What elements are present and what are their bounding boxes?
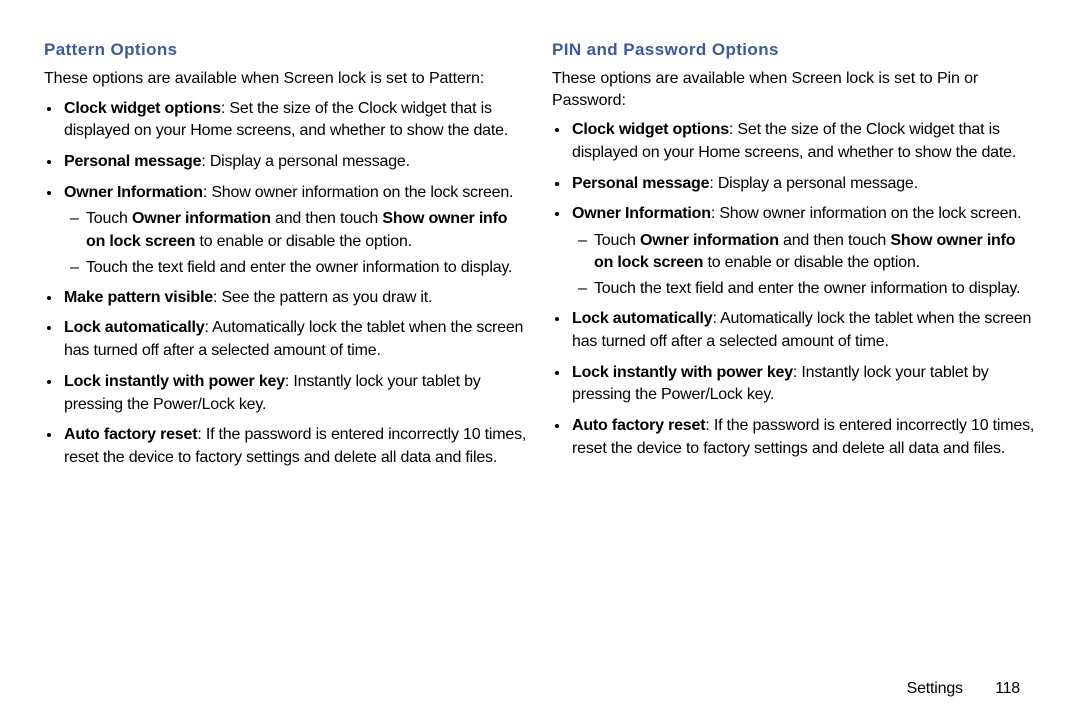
page-footer: Settings 118 [907,680,1020,698]
txt: to enable or disable the option. [703,254,920,271]
item-bold: Make pattern visible [64,289,213,306]
item-bold: Auto factory reset [64,426,197,443]
item-bold: Personal message [572,175,709,192]
list-item: Lock automatically: Automatically lock t… [570,308,1036,353]
pattern-intro: These options are available when Screen … [44,68,528,90]
footer-page-number: 118 [995,680,1020,698]
item-bold: Clock widget options [64,100,221,117]
item-text: : Show owner information on the lock scr… [203,184,513,201]
footer-section: Settings [907,680,963,697]
document-page: Pattern Options These options are availa… [0,0,1080,720]
nested-list: Touch Owner information and then touch S… [572,230,1036,300]
txt-bold: Owner information [132,210,271,227]
item-bold: Owner Information [64,184,203,201]
item-bold: Lock instantly with power key [572,364,793,381]
txt: Touch [86,210,132,227]
item-bold: Auto factory reset [572,417,705,434]
nested-list: Touch Owner information and then touch S… [64,208,528,278]
list-item: Lock instantly with power key: Instantly… [570,362,1036,407]
nested-item: Touch Owner information and then touch S… [586,230,1036,274]
pattern-options-heading: Pattern Options [44,40,528,60]
list-item: Auto factory reset: If the password is e… [62,424,528,469]
item-bold: Lock automatically [64,319,204,336]
list-item: Personal message: Display a personal mes… [570,173,1036,196]
nested-item: Touch Owner information and then touch S… [78,208,528,252]
txt-bold: Owner information [640,232,779,249]
pin-intro: These options are available when Screen … [552,68,1036,111]
list-item: Lock automatically: Automatically lock t… [62,317,528,362]
txt: and then touch [779,232,891,249]
pin-password-heading: PIN and Password Options [552,40,1036,60]
item-text: : See the pattern as you draw it. [213,289,432,306]
right-column: PIN and Password Options These options a… [540,40,1048,710]
list-item: Clock widget options: Set the size of th… [62,98,528,143]
item-bold: Clock widget options [572,121,729,138]
item-text: : Display a personal message. [709,175,918,192]
list-item: Owner Information: Show owner informatio… [570,203,1036,300]
list-item: Clock widget options: Set the size of th… [570,119,1036,164]
item-bold: Owner Information [572,205,711,222]
item-bold: Personal message [64,153,201,170]
pin-bullets: Clock widget options: Set the size of th… [552,119,1036,460]
pattern-bullets: Clock widget options: Set the size of th… [44,98,528,470]
txt: to enable or disable the option. [195,233,412,250]
item-text: : Show owner information on the lock scr… [711,205,1021,222]
txt: Touch the text field and enter the owner… [86,259,512,276]
nested-item: Touch the text field and enter the owner… [78,257,528,279]
txt: and then touch [271,210,383,227]
list-item: Personal message: Display a personal mes… [62,151,528,174]
nested-item: Touch the text field and enter the owner… [586,278,1036,300]
left-column: Pattern Options These options are availa… [32,40,540,710]
list-item: Lock instantly with power key: Instantly… [62,371,528,416]
txt: Touch [594,232,640,249]
item-bold: Lock instantly with power key [64,373,285,390]
list-item: Make pattern visible: See the pattern as… [62,287,528,310]
item-bold: Lock automatically [572,310,712,327]
item-text: : Display a personal message. [201,153,410,170]
list-item: Owner Information: Show owner informatio… [62,182,528,279]
txt: Touch the text field and enter the owner… [594,280,1020,297]
list-item: Auto factory reset: If the password is e… [570,415,1036,460]
